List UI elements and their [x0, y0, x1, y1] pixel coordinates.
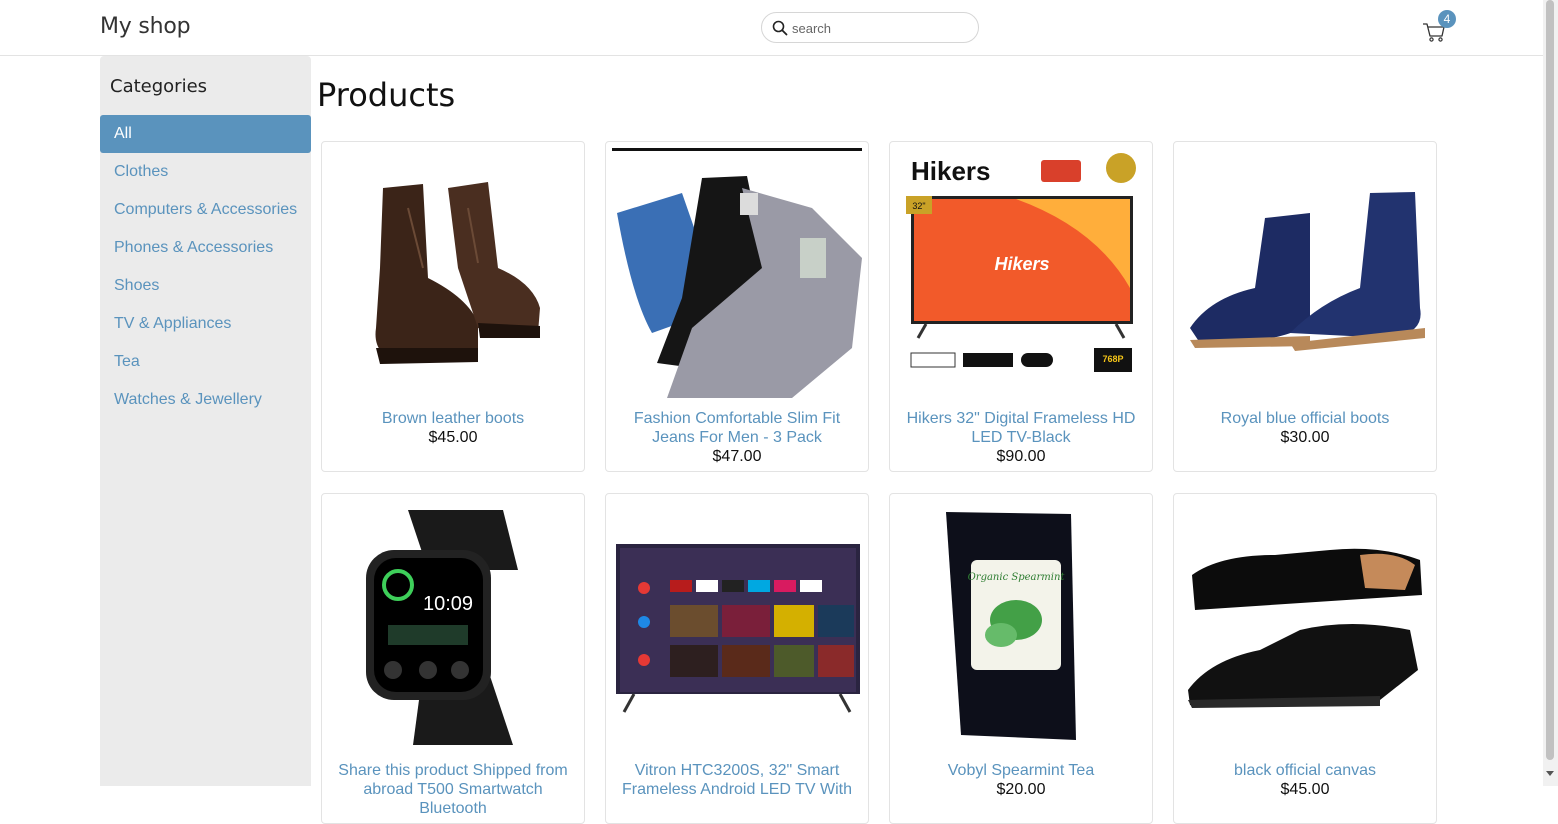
smartwatch-image[interactable]: 10:09 — [328, 500, 578, 750]
tv-size-text: 32" — [912, 201, 925, 211]
brown-boots-image[interactable] — [328, 148, 578, 398]
product-name-link[interactable]: black official canvas — [1174, 761, 1436, 780]
tea-label-text: Organic Spearmint — [968, 572, 1066, 583]
product-name-link[interactable]: Brown leather boots — [322, 409, 584, 428]
blue-boots-image[interactable] — [1180, 148, 1430, 398]
black-shoes-image[interactable] — [1180, 500, 1430, 750]
tv-resolution-text: 768P — [1102, 354, 1123, 364]
tea-image[interactable]: Organic Spearmint — [896, 500, 1146, 750]
product-name-link[interactable]: Fashion Comfortable Slim Fit Jeans For M… — [606, 409, 868, 447]
product-card[interactable]: Hikers Hikers 32" 768P Hikers 32" Digita… — [889, 141, 1153, 472]
product-name-link[interactable]: Vitron HTC3200S, 32" Smart Frameless And… — [606, 761, 868, 799]
product-name-link[interactable]: Royal blue official boots — [1174, 409, 1436, 428]
tv-brand-text: Hikers — [911, 156, 991, 186]
product-card[interactable]: Royal blue official boots $30.00 — [1173, 141, 1437, 472]
product-card[interactable]: Vitron HTC3200S, 32" Smart Frameless And… — [605, 493, 869, 824]
watch-time-text: 10:09 — [423, 593, 473, 615]
product-price: $20.00 — [996, 781, 1046, 798]
product-price: $30.00 — [1280, 429, 1330, 446]
product-price: $45.00 — [1280, 781, 1330, 798]
product-card[interactable]: Brown leather boots $45.00 — [321, 141, 585, 472]
sidebar-title: Categories — [110, 76, 208, 97]
search-box[interactable] — [761, 12, 979, 43]
product-price: $45.00 — [428, 429, 478, 446]
tv-image[interactable]: Hikers Hikers 32" 768P — [896, 148, 1146, 398]
product-name-link[interactable]: Hikers 32" Digital Frameless HD LED TV-B… — [890, 409, 1152, 447]
category-computers-accessories[interactable]: Computers & Accessories — [100, 191, 311, 229]
category-clothes[interactable]: Clothes — [100, 153, 311, 191]
tv-screen-brand: Hikers — [994, 254, 1049, 274]
categories-sidebar: Categories All Clothes Computers & Acces… — [100, 56, 311, 786]
category-tea[interactable]: Tea — [100, 343, 311, 381]
product-name-link[interactable]: Share this product Shipped from abroad T… — [322, 761, 584, 818]
brand-logo[interactable]: My shop — [100, 14, 191, 39]
product-price: $90.00 — [996, 448, 1046, 465]
product-card[interactable]: Fashion Comfortable Slim Fit Jeans For M… — [605, 141, 869, 472]
scrollbar-thumb[interactable] — [1546, 0, 1554, 760]
product-price: $47.00 — [712, 448, 762, 465]
category-phones-accessories[interactable]: Phones & Accessories — [100, 229, 311, 267]
top-navbar: My shop 4 — [0, 0, 1543, 56]
product-card[interactable]: Organic Spearmint Vobyl Spearmint Tea $2… — [889, 493, 1153, 824]
smart-tv-image[interactable] — [612, 500, 862, 750]
jeans-image[interactable] — [612, 148, 862, 398]
category-all[interactable]: All — [100, 115, 311, 153]
product-card[interactable]: black official canvas $45.00 — [1173, 493, 1437, 824]
category-watches-jewellery[interactable]: Watches & Jewellery — [100, 381, 311, 419]
page-title: Products — [317, 76, 456, 114]
category-shoes[interactable]: Shoes — [100, 267, 311, 305]
search-input[interactable] — [792, 18, 967, 38]
search-icon — [772, 20, 788, 36]
page-scrollbar[interactable] — [1543, 0, 1558, 786]
category-tv-appliances[interactable]: TV & Appliances — [100, 305, 311, 343]
product-card[interactable]: 10:09 Share this product Shipped from ab… — [321, 493, 585, 824]
product-name-link[interactable]: Vobyl Spearmint Tea — [890, 761, 1152, 780]
scroll-down-arrow-icon[interactable] — [1546, 771, 1554, 776]
cart-count-badge: 4 — [1438, 10, 1456, 28]
